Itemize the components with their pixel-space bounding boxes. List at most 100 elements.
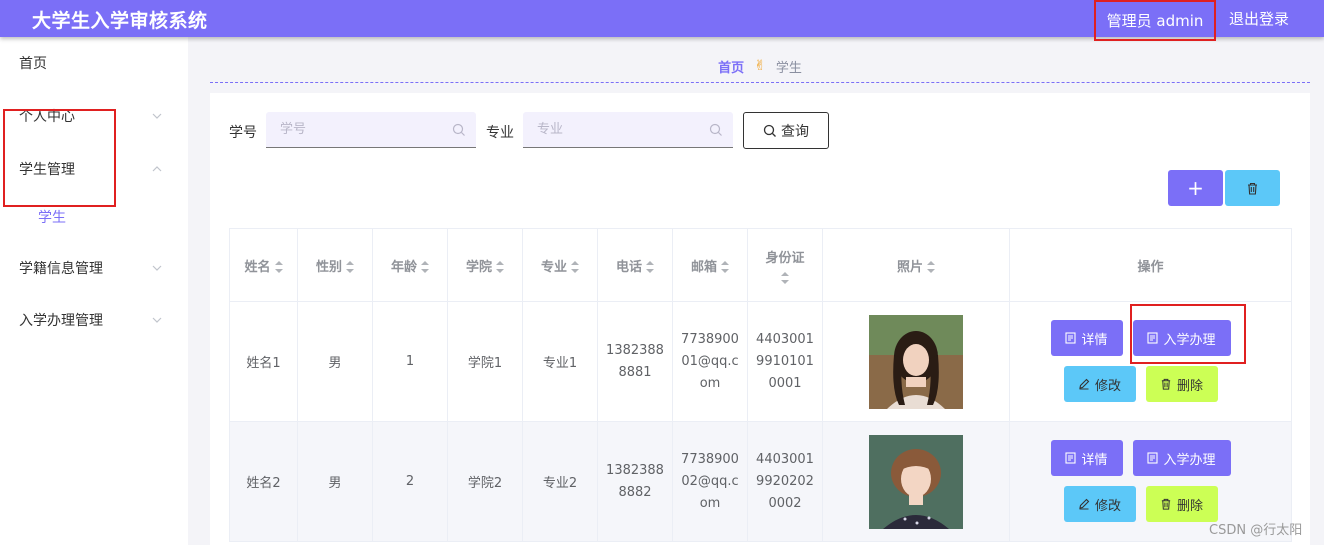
cell-name: 姓名2 — [229, 421, 298, 542]
breadcrumb: 首页 ✌ 学生 — [210, 50, 1310, 83]
sidebar: 首页 个人中心 学生管理 学生 学籍信息管理 入学办理管理 — [0, 37, 188, 545]
document-icon — [1147, 452, 1159, 464]
sort-icon — [421, 261, 429, 273]
cell-id-card: 440300199101010001 — [747, 301, 823, 422]
cell-gender: 男 — [297, 421, 373, 542]
document-icon — [1065, 452, 1077, 464]
column-header-email[interactable]: 邮箱 — [672, 228, 748, 302]
column-header-age[interactable]: 年龄 — [372, 228, 448, 302]
trash-icon — [1161, 498, 1171, 510]
search-label-student-id: 学号 — [229, 125, 257, 141]
table-row: 姓名2 男 2 学院2 专业2 13823888882 773890002@qq… — [229, 421, 1292, 542]
sidebar-item-label: 学生管理 — [19, 162, 75, 178]
delete-button[interactable]: 删除 — [1145, 366, 1218, 402]
cell-photo — [822, 421, 1010, 542]
student-photo — [869, 314, 963, 409]
cell-phone: 13823888882 — [597, 421, 673, 542]
sort-icon — [646, 261, 654, 273]
sort-icon — [571, 261, 579, 273]
edit-button[interactable]: 修改 — [1063, 486, 1136, 522]
sidebar-item-admission-processing[interactable]: 入学办理管理 — [0, 294, 188, 346]
detail-button[interactable]: 详情 — [1050, 320, 1123, 356]
cell-age: 1 — [372, 301, 448, 422]
victory-hand-icon: ✌ — [754, 58, 766, 74]
chevron-down-icon — [152, 113, 162, 119]
trash-icon — [1248, 182, 1257, 195]
query-button[interactable]: 查询 — [743, 112, 829, 149]
trash-icon — [1161, 378, 1171, 390]
chevron-down-icon — [152, 317, 162, 323]
sort-icon — [346, 261, 354, 273]
admission-button[interactable]: 入学办理 — [1132, 320, 1231, 356]
cell-college: 学院2 — [447, 421, 523, 542]
cell-email: 773890001@qq.com — [672, 301, 748, 422]
cell-major: 专业1 — [522, 301, 598, 422]
sidebar-item-home[interactable]: 首页 — [0, 37, 188, 89]
cell-age: 2 — [372, 421, 448, 542]
column-header-name[interactable]: 姓名 — [229, 228, 298, 302]
detail-button[interactable]: 详情 — [1050, 440, 1123, 476]
query-button-label: 查询 — [781, 123, 809, 140]
document-icon — [1065, 332, 1077, 344]
cell-photo — [822, 301, 1010, 422]
sidebar-item-label: 首页 — [19, 56, 47, 72]
column-header-phone[interactable]: 电话 — [597, 228, 673, 302]
cell-phone: 13823888881 — [597, 301, 673, 422]
cell-gender: 男 — [297, 301, 373, 422]
content-panel: 学号 专业 查询 + 姓名 性别 年龄 学院 专业 电话 邮箱 — [210, 93, 1310, 545]
cell-id-card: 440300199202020002 — [747, 421, 823, 542]
cell-email: 773890002@qq.com — [672, 421, 748, 542]
sidebar-item-personal-center[interactable]: 个人中心 — [0, 90, 188, 142]
search-label-major: 专业 — [486, 125, 514, 141]
student-id-input[interactable] — [266, 112, 476, 147]
admin-user-label[interactable]: 管理员 admin — [1094, 0, 1216, 41]
column-header-college[interactable]: 学院 — [447, 228, 523, 302]
sidebar-item-enrollment-info[interactable]: 学籍信息管理 — [0, 242, 188, 294]
search-icon — [452, 123, 465, 136]
edit-button[interactable]: 修改 — [1063, 366, 1136, 402]
sidebar-subitem-student[interactable]: 学生 — [0, 194, 188, 240]
sort-icon — [496, 261, 504, 273]
pencil-icon — [1079, 378, 1090, 390]
chevron-up-icon — [152, 166, 162, 172]
breadcrumb-home[interactable]: 首页 — [718, 57, 744, 76]
logout-link[interactable]: 退出登录 — [1229, 8, 1289, 29]
pencil-icon — [1079, 498, 1090, 510]
breadcrumb-current: 学生 — [775, 60, 802, 76]
table-row: 姓名1 男 1 学院1 专业1 13823888881 773890001@qq… — [229, 301, 1292, 422]
column-header-gender[interactable]: 性别 — [297, 228, 373, 302]
document-icon — [1147, 332, 1159, 344]
plus-icon: + — [1187, 176, 1204, 200]
cell-actions: 详情 入学办理 修改 删除 — [1009, 301, 1292, 422]
sidebar-item-student-management[interactable]: 学生管理 — [0, 143, 188, 195]
sort-icon — [274, 261, 283, 273]
sort-icon — [781, 271, 789, 284]
search-icon — [709, 123, 722, 136]
sidebar-item-label: 入学办理管理 — [19, 313, 103, 329]
column-header-major[interactable]: 专业 — [522, 228, 598, 302]
watermark: CSDN @行太阳 — [1209, 523, 1303, 538]
sort-icon — [927, 261, 935, 273]
delete-button[interactable]: 删除 — [1145, 486, 1218, 522]
chevron-down-icon — [152, 265, 162, 271]
sort-icon — [721, 261, 729, 273]
sidebar-item-label: 学籍信息管理 — [19, 261, 103, 277]
major-input[interactable] — [523, 112, 733, 147]
search-icon — [763, 124, 776, 137]
student-id-search-box — [266, 112, 476, 148]
cell-college: 学院1 — [447, 301, 523, 422]
major-search-box — [523, 112, 733, 148]
student-photo — [869, 434, 963, 529]
column-header-id-card[interactable]: 身份证 — [747, 228, 823, 302]
student-table: 姓名 性别 年龄 学院 专业 电话 邮箱 身份证 照片 操作 姓名1 男 1 学… — [229, 228, 1292, 542]
admission-button[interactable]: 入学办理 — [1132, 440, 1231, 476]
column-header-actions: 操作 — [1009, 228, 1292, 302]
sidebar-item-label: 个人中心 — [19, 109, 75, 125]
column-header-photo[interactable]: 照片 — [822, 228, 1010, 302]
cell-name: 姓名1 — [229, 301, 298, 422]
batch-delete-button[interactable] — [1225, 170, 1280, 206]
app-title: 大学生入学审核系统 — [32, 10, 208, 32]
sidebar-subitem-label: 学生 — [38, 210, 66, 226]
add-button[interactable]: + — [1168, 170, 1223, 206]
top-bar: 大学生入学审核系统 管理员 admin 退出登录 — [0, 0, 1324, 41]
